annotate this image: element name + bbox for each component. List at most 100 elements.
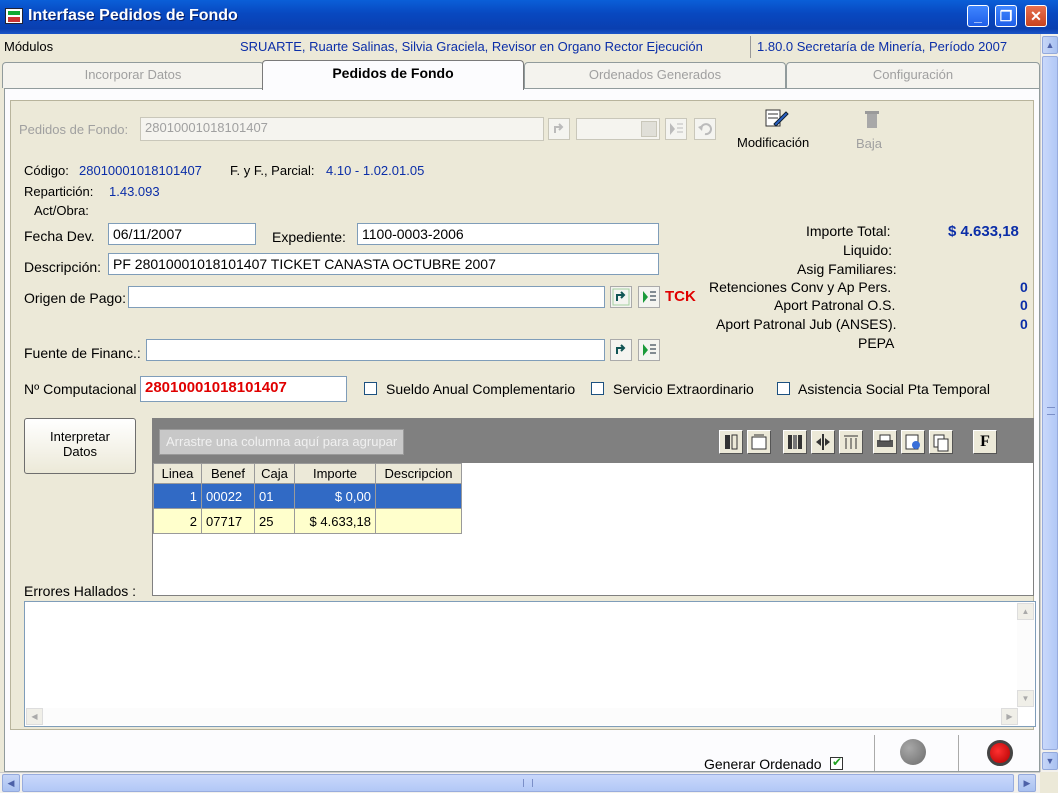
tab-pedidos-de-fondo[interactable]: Pedidos de Fondo	[262, 60, 524, 90]
close-button[interactable]: ✕	[1025, 5, 1047, 27]
cell-importe[interactable]: $ 4.633,18	[294, 508, 376, 534]
table-row[interactable]: 2 07717 25 $ 4.633,18	[153, 508, 462, 534]
cell-descripcion[interactable]	[375, 483, 462, 509]
column-header-caja[interactable]: Caja	[254, 463, 295, 484]
column-header-importe[interactable]: Importe	[294, 463, 376, 484]
cell-linea[interactable]: 2	[153, 508, 202, 534]
cell-descripcion[interactable]	[375, 508, 462, 534]
minimize-button[interactable]: _	[967, 5, 989, 27]
expediente-label: Expediente:	[272, 229, 346, 245]
refresh-icon[interactable]	[548, 118, 570, 140]
expediente-input[interactable]: 1100-0003-2006	[357, 223, 659, 245]
descripcion-label: Descripción:	[24, 259, 102, 275]
scroll-down-icon[interactable]: ▼	[1042, 752, 1058, 770]
column-header-benef[interactable]: Benef	[201, 463, 255, 484]
tab-ordenados-generados[interactable]: Ordenados Generados	[524, 62, 786, 88]
divider	[874, 735, 875, 771]
aport-os-label: Aport Patronal O.S.	[774, 297, 896, 313]
gray-circle-icon[interactable]	[900, 739, 926, 765]
scroll-right-icon[interactable]: ▶	[1001, 708, 1018, 725]
codigo-value: 28010001018101407	[79, 163, 202, 178]
fuente-input[interactable]	[146, 339, 605, 361]
trash-icon[interactable]	[862, 108, 882, 130]
group-drop-zone[interactable]: Arrastre una columna aquí para agrupar	[159, 429, 405, 455]
sueldo-checkbox[interactable]	[364, 382, 377, 395]
pedidos-input[interactable]: 28010001018101407	[140, 117, 544, 141]
scroll-left-icon[interactable]: ◀	[26, 708, 43, 725]
fit-columns-icon[interactable]	[839, 430, 863, 454]
window-title: Interfase Pedidos de Fondo	[28, 7, 238, 24]
fecha-label: Fecha Dev.	[24, 228, 95, 244]
scroll-up-icon[interactable]: ▲	[1042, 36, 1058, 54]
sueldo-label: Sueldo Anual Complementario	[386, 381, 576, 397]
cell-benef[interactable]: 00022	[201, 483, 255, 509]
computacional-input[interactable]: 28010001018101407	[140, 376, 347, 402]
errores-textarea[interactable]: ▲ ▼ ◀ ▶	[24, 601, 1036, 727]
chevron-down-icon[interactable]	[641, 121, 657, 137]
asig-label: Asig Familiares:	[797, 261, 897, 277]
reparticion-label: Repartición:	[24, 184, 94, 199]
maximize-button[interactable]: ❐	[995, 5, 1017, 27]
pedidos-combo[interactable]	[576, 118, 660, 140]
importe-total-value: $ 4.633,18	[948, 223, 1019, 240]
column-header-linea[interactable]: Linea	[153, 463, 202, 484]
cell-importe[interactable]: $ 0,00	[294, 483, 376, 509]
scroll-right-icon[interactable]: ▶	[1018, 774, 1036, 792]
column-chooser-icon[interactable]	[719, 430, 743, 454]
descripcion-input[interactable]: PF 28010001018101407 TICKET CANASTA OCTU…	[108, 253, 659, 275]
errores-vscroll[interactable]: ▲ ▼	[1017, 603, 1034, 707]
hscroll-thumb[interactable]	[22, 774, 1014, 792]
interpretar-line2: Datos	[63, 444, 97, 459]
grip-icon	[1047, 407, 1055, 415]
refresh-icon[interactable]	[610, 286, 632, 308]
grid-table: Linea Benef Caja Importe Descripcion 1 0…	[153, 463, 462, 534]
list-icon[interactable]	[638, 286, 660, 308]
aport-jub-label: Aport Patronal Jub (ANSES).	[716, 316, 897, 332]
window-vscroll[interactable]: ▲ ▼	[1040, 34, 1058, 772]
liquido-label: Liquido:	[843, 242, 893, 258]
copy-icon[interactable]	[929, 430, 953, 454]
table-row[interactable]: 1 00022 01 $ 0,00	[153, 483, 462, 509]
undo-icon[interactable]	[694, 118, 716, 140]
servicio-label: Servicio Extraordinario	[613, 381, 754, 397]
red-stop-icon[interactable]	[987, 740, 1013, 766]
fecha-input[interactable]: 06/11/2007	[108, 223, 256, 245]
data-grid: Arrastre una columna aquí para agrupar F…	[152, 418, 1034, 596]
split-icon[interactable]	[811, 430, 835, 454]
cell-benef[interactable]: 07717	[201, 508, 255, 534]
servicio-checkbox[interactable]	[591, 382, 604, 395]
scroll-left-icon[interactable]: ◀	[2, 774, 20, 792]
preview-icon[interactable]	[901, 430, 925, 454]
modify-icon[interactable]	[760, 106, 790, 132]
tab-incorporar-datos[interactable]: Incorporar Datos	[2, 62, 264, 88]
asistencia-checkbox[interactable]	[777, 382, 790, 395]
title-bar: Interfase Pedidos de Fondo _ ❐ ✕	[0, 0, 1058, 34]
generar-ordenado-checkbox[interactable]	[830, 755, 843, 770]
list-icon[interactable]	[665, 118, 687, 140]
interpretar-datos-button[interactable]: Interpretar Datos	[24, 418, 136, 474]
column-header-descripcion[interactable]: Descripcion	[375, 463, 462, 484]
vscroll-thumb[interactable]	[1042, 56, 1058, 750]
cell-caja[interactable]: 01	[254, 483, 295, 509]
print-icon[interactable]	[873, 430, 897, 454]
delete-button[interactable]: Baja	[856, 136, 882, 151]
scroll-up-icon[interactable]: ▲	[1017, 603, 1034, 620]
refresh-icon[interactable]	[610, 339, 632, 361]
cell-caja[interactable]: 25	[254, 508, 295, 534]
window-hscroll[interactable]: ◀ ▶	[0, 772, 1040, 793]
cell-linea[interactable]: 1	[153, 483, 202, 509]
tab-configuracion[interactable]: Configuración	[786, 62, 1040, 88]
errores-hscroll[interactable]: ◀ ▶	[26, 708, 1018, 725]
importe-total-label: Importe Total:	[806, 223, 891, 239]
retenciones-label: Retenciones Conv y Ap Pers.	[709, 279, 892, 295]
origen-input[interactable]	[128, 286, 605, 308]
modify-button[interactable]: Modificación	[737, 135, 809, 150]
grip-icon	[523, 779, 533, 787]
modulos-menu[interactable]: Módulos	[4, 39, 53, 54]
list-icon[interactable]	[638, 339, 660, 361]
scroll-down-icon[interactable]: ▼	[1017, 690, 1034, 707]
export-icon[interactable]	[747, 430, 771, 454]
font-icon[interactable]: F	[973, 430, 997, 454]
generar-ordenado-label: Generar Ordenado	[704, 756, 822, 772]
columns-icon[interactable]	[783, 430, 807, 454]
